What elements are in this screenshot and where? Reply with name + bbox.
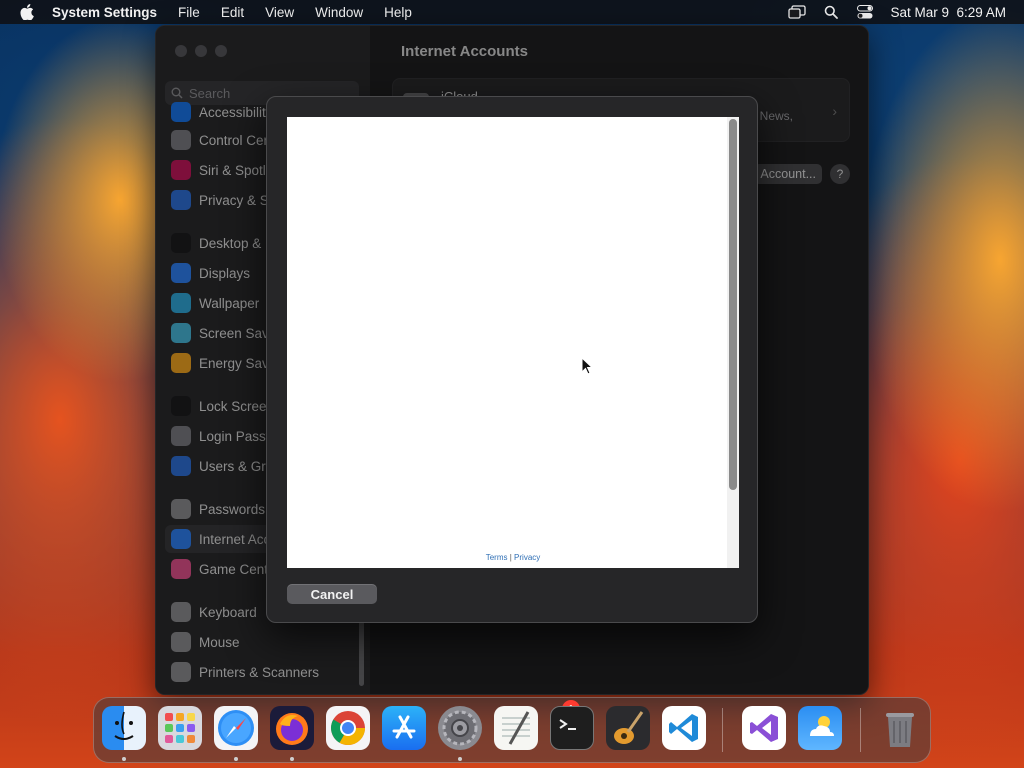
link-separator: | (509, 553, 512, 562)
edit-menu[interactable]: Edit (221, 5, 244, 20)
system-settings-icon[interactable] (438, 706, 482, 750)
app-name-menu[interactable]: System Settings (52, 5, 157, 20)
garageband-icon[interactable] (606, 706, 650, 750)
footer-links: Terms | Privacy (287, 553, 739, 562)
privacy-link[interactable]: Privacy (514, 553, 540, 562)
weather-icon[interactable] (798, 706, 842, 750)
safari-icon[interactable] (214, 706, 258, 750)
dock-separator (722, 708, 723, 752)
firefox-running-indicator (290, 757, 294, 761)
finder-icon[interactable] (102, 706, 146, 750)
dock-separator (860, 708, 861, 752)
safari-running-indicator (234, 757, 238, 761)
terms-link[interactable]: Terms (486, 553, 508, 562)
spotlight-search-icon[interactable] (822, 4, 840, 20)
file-menu[interactable]: File (178, 5, 200, 20)
view-menu[interactable]: View (265, 5, 294, 20)
sign-in-webview[interactable]: Terms | Privacy (287, 117, 739, 568)
webview-scroll-thumb[interactable] (729, 119, 737, 490)
mouse-pointer-icon (581, 357, 593, 375)
visual-studio-icon[interactable] (742, 706, 786, 750)
settings-running-indicator (458, 757, 462, 761)
window-menu[interactable]: Window (315, 5, 363, 20)
help-menu[interactable]: Help (384, 5, 412, 20)
menubar-clock[interactable]: Sat Mar 9 6:29 AM (890, 5, 1006, 20)
terminal-icon[interactable] (550, 706, 594, 750)
screen-mirroring-icon[interactable] (788, 4, 807, 20)
menu-bar: System Settings File Edit View Window He… (0, 0, 1024, 24)
finder-running-indicator (122, 757, 126, 761)
cancel-button[interactable]: Cancel (287, 584, 377, 604)
control-center-icon[interactable] (856, 4, 874, 20)
chrome-icon[interactable] (326, 706, 370, 750)
add-account-sheet: Terms | Privacy Cancel (266, 96, 758, 623)
launchpad-icon[interactable] (158, 706, 202, 750)
apple-menu-icon[interactable] (18, 3, 36, 21)
vscode-icon[interactable] (662, 706, 706, 750)
trash-icon[interactable] (878, 706, 922, 750)
dock: 1 (93, 697, 931, 763)
textedit-icon[interactable] (494, 706, 538, 750)
webview-scroll-track[interactable] (727, 117, 739, 568)
app-store-icon[interactable] (382, 706, 426, 750)
firefox-icon[interactable] (270, 706, 314, 750)
